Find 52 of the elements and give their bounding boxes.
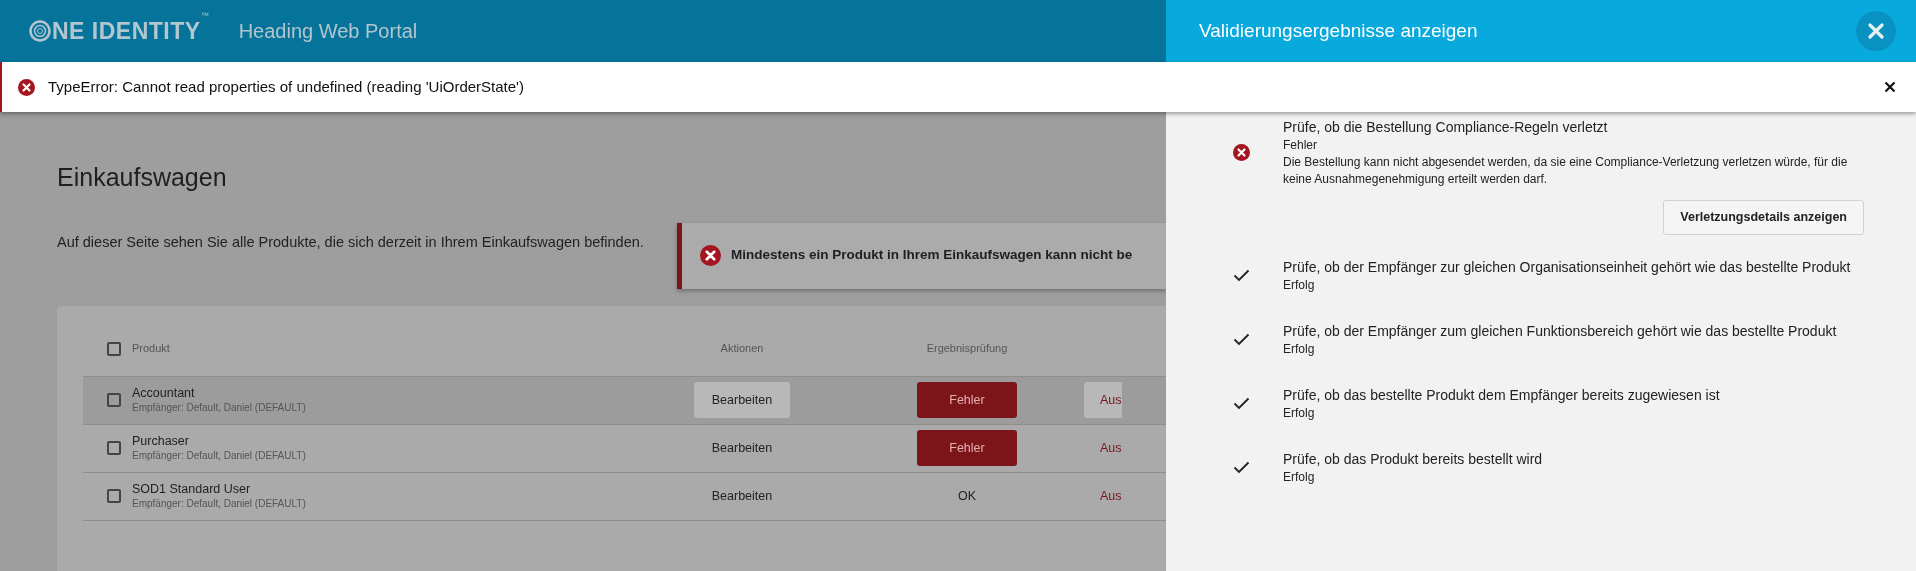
checkbox[interactable] — [107, 489, 121, 503]
remove-link[interactable]: Aus — [1084, 430, 1122, 466]
remove-link[interactable]: Aus — [1084, 478, 1122, 514]
check-status: Fehler — [1283, 137, 1318, 154]
page-description: Auf dieser Seite sehen Sie alle Produkte, die sich derzeit in Ihrem Einkaufswagen befinden. — [57, 232, 645, 252]
close-icon — [1868, 23, 1884, 39]
checkbox[interactable] — [107, 341, 121, 356]
result-button[interactable]: Fehler — [917, 382, 1017, 418]
check-title: Prüfe, ob das Produkt bereits bestellt wird — [1283, 450, 1543, 469]
edit-button[interactable]: Bearbeiten — [694, 430, 790, 466]
table-row[interactable]: Accountant Empfänger: Default, Daniel (DEFAULT) Bearbeiten Fehler Aus — [83, 376, 1166, 425]
close-icon — [1884, 81, 1896, 93]
details-button[interactable]: Verletzungsdetails anzeigen — [1663, 200, 1864, 235]
check-title: Prüfe, ob der Empfänger zur gleichen Organisationseinheit gehört wie das bestellte Produkt — [1283, 258, 1851, 277]
error-icon — [700, 245, 721, 266]
logo-icon — [29, 20, 51, 42]
page-title: Einkaufswagen — [57, 162, 228, 193]
check-title: Prüfe, ob die Bestellung Compliance-Regeln verletzt — [1283, 118, 1609, 137]
panel-title: Validierungsergebnisse anzeigen — [1199, 18, 1478, 43]
check-title: Prüfe, ob der Empfänger zum gleichen Funktionsbereich gehört wie das bestellte Produkt — [1283, 322, 1837, 341]
table-row[interactable]: SOD1 Standard User Empfänger: Default, Daniel (DEFAULT) Bearbeiten OK Aus — [83, 472, 1166, 521]
error-icon — [1232, 144, 1250, 161]
recipient: Empfänger: Default, Daniel (DEFAULT) — [132, 401, 307, 415]
result-button[interactable]: Fehler — [917, 430, 1017, 466]
checkbox[interactable] — [107, 393, 121, 407]
check-status: Erfolg — [1283, 341, 1316, 358]
recipient: Empfänger: Default, Daniel (DEFAULT) — [132, 497, 307, 511]
table-row[interactable]: Purchaser Empfänger: Default, Daniel (DEFAULT) Bearbeiten Fehler Aus — [83, 424, 1166, 473]
recipient: Empfänger: Default, Daniel (DEFAULT) — [132, 449, 307, 463]
column-header: Aktionen — [719, 341, 765, 357]
edit-button[interactable]: Bearbeiten — [694, 382, 790, 418]
column-header: Produkt — [132, 341, 171, 357]
check-status: Erfolg — [1283, 405, 1316, 422]
check-status: Erfolg — [1283, 277, 1316, 294]
error-icon — [18, 78, 35, 96]
check-title: Prüfe, ob das bestellte Produkt dem Empfänger bereits zugewiesen ist — [1283, 386, 1720, 405]
edit-button[interactable]: Bearbeiten — [694, 478, 790, 514]
close-button[interactable] — [1882, 79, 1898, 95]
app-title: Heading Web Portal — [238, 19, 418, 44]
result-text: OK — [957, 487, 977, 505]
logo-text: NE IDENTITY — [52, 16, 201, 46]
checkbox[interactable] — [107, 441, 121, 455]
remove-link[interactable]: Aus — [1084, 382, 1122, 418]
trademark: ™ — [200, 9, 209, 22]
product-name: Accountant — [132, 385, 196, 402]
product-name: SOD1 Standard User — [132, 481, 252, 498]
check-status: Erfolg — [1283, 469, 1316, 486]
product-name: Purchaser — [132, 433, 190, 450]
alert-message: Mindestens ein Produkt in Ihrem Einkaufswagen kann nicht be — [731, 246, 1133, 265]
error-message: TypeError: Cannot read properties of undefined (reading 'UiOrderState') — [48, 76, 525, 97]
column-header: Ergebnisprüfung — [925, 341, 1009, 357]
check-message: Die Bestellung kann nicht abgesendet werden, da sie eine Compliance-Verletzung verletzen würde, für die keine Ausnahmegenehmigung erteilt werden darf. — [1283, 154, 1849, 188]
